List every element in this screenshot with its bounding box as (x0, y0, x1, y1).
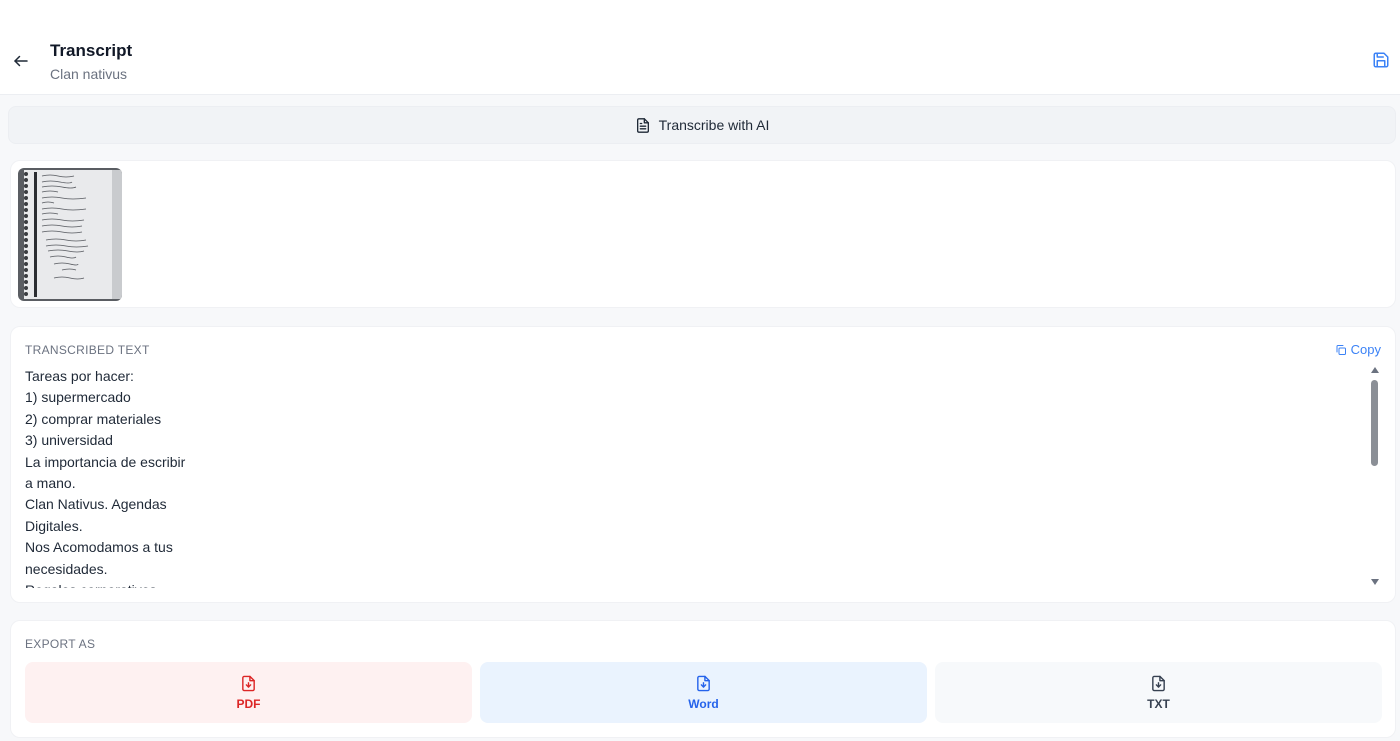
transcribed-text-heading: TRANSCRIBED TEXT (25, 343, 150, 357)
scroll-up-arrow-icon[interactable] (1371, 367, 1379, 373)
transcribe-with-ai-button[interactable]: Transcribe with AI (8, 106, 1396, 144)
save-button[interactable] (1371, 50, 1391, 70)
transcribed-line: necesidades. (25, 560, 108, 577)
file-download-icon (1152, 675, 1165, 692)
page-subtitle: Clan nativus (50, 66, 128, 82)
copy-icon (1336, 344, 1346, 355)
export-heading: EXPORT AS (25, 637, 96, 651)
transcribed-line: Regalos corporativos. (25, 580, 1365, 588)
notebook-image (18, 168, 122, 301)
header: Transcript Clan nativus (0, 0, 1400, 95)
transcribe-label: Transcribe with AI (658, 117, 770, 133)
copy-label: Copy (1350, 342, 1381, 357)
save-icon (1373, 52, 1389, 68)
scrollbar-thumb[interactable] (1371, 380, 1378, 466)
export-txt-button[interactable]: TXT (935, 662, 1382, 723)
transcript-screen: Transcript Clan nativus Transcribe with … (0, 0, 1400, 741)
text-scrollbar[interactable] (1369, 367, 1381, 587)
transcribed-line: Clan Nativus. Agendas (25, 496, 167, 513)
export-pdf-label: PDF (236, 697, 261, 711)
transcribed-line: a mano. (25, 475, 76, 492)
transcribed-line: La importancia de escribir (25, 453, 186, 470)
transcribed-line: 2) comprar materiales (25, 410, 162, 427)
export-word-label: Word (688, 697, 719, 711)
copy-button[interactable]: Copy (1335, 342, 1381, 357)
export-pdf-button[interactable]: PDF (25, 662, 472, 723)
transcribed-line: 3) universidad (25, 432, 113, 449)
transcribed-text-panel: TRANSCRIBED TEXT Copy Tareas por hacer: 1… (10, 326, 1396, 603)
image-gallery (10, 160, 1396, 308)
export-panel: EXPORT AS PDF Word TXT (10, 620, 1396, 738)
arrow-left-icon (14, 55, 28, 67)
transcribed-text-area[interactable]: Tareas por hacer: 1) supermercado 2) compr… (25, 366, 1365, 588)
file-download-icon (697, 675, 710, 692)
document-icon (636, 117, 649, 133)
back-button[interactable] (10, 50, 32, 72)
transcribed-line: Digitales. (25, 517, 83, 534)
file-download-icon (242, 675, 255, 692)
transcribed-line: Tareas por hacer: (25, 368, 134, 384)
page-title: Transcript (50, 41, 133, 60)
notebook-page-thumbnail[interactable] (18, 168, 122, 301)
transcribed-line: Nos Acomodamos a tus (25, 539, 173, 556)
export-txt-label: TXT (1147, 697, 1170, 711)
transcribed-line: 1) supermercado (25, 389, 131, 406)
scroll-down-arrow-icon[interactable] (1371, 579, 1379, 585)
export-word-button[interactable]: Word (480, 662, 927, 723)
